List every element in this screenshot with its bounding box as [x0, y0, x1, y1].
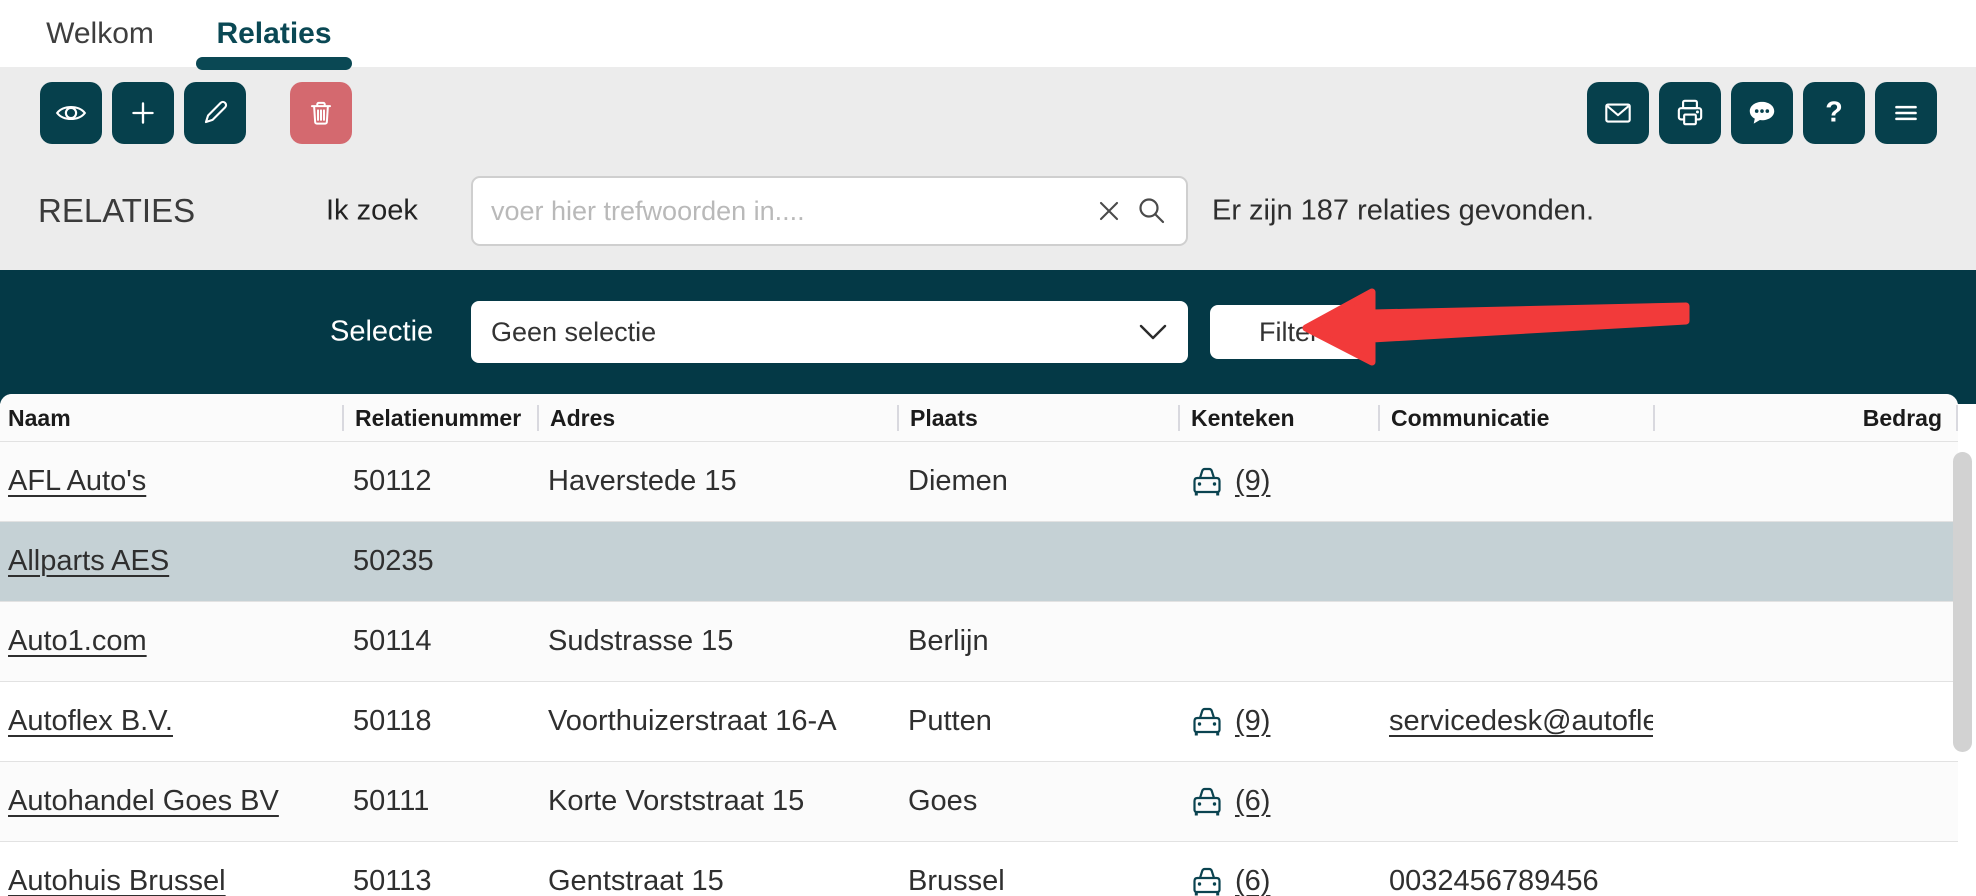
- menu-icon: [1889, 96, 1923, 130]
- relation-city: Brussel: [897, 865, 1178, 896]
- search-input[interactable]: [473, 178, 1186, 244]
- relation-address: Korte Vorststraat 15: [537, 785, 897, 818]
- communication-value: 0032456789456: [1378, 865, 1653, 896]
- active-tab-indicator: [196, 57, 352, 70]
- table-row[interactable]: Autoflex B.V. 50118 Voorthuizerstraat 16…: [0, 681, 1958, 761]
- view-button[interactable]: [40, 82, 102, 144]
- car-icon: [1189, 465, 1225, 498]
- add-button[interactable]: [112, 82, 174, 144]
- svg-text:?: ?: [1825, 97, 1843, 129]
- car-icon: [1189, 785, 1225, 818]
- column-header-relatienummer: Relatienummer: [342, 405, 537, 431]
- relation-number: 50114: [342, 625, 537, 658]
- car-icon: [1189, 705, 1225, 738]
- table-row[interactable]: Autohuis Brussel 50113 Gentstraat 15 Bru…: [0, 841, 1958, 896]
- relation-number: 50235: [342, 545, 537, 578]
- vertical-scrollbar[interactable]: [1953, 452, 1972, 752]
- column-header-communicatie: Communicatie: [1378, 405, 1653, 431]
- table-row[interactable]: Autohandel Goes BV 50111 Korte Vorststra…: [0, 761, 1958, 841]
- table-body: AFL Auto's 50112 Haverstede 15 Diemen (9…: [0, 441, 1958, 896]
- add-icon: [126, 96, 160, 130]
- column-header-adres: Adres: [537, 405, 897, 431]
- relation-number: 50118: [342, 705, 537, 738]
- relation-city: Diemen: [897, 465, 1178, 498]
- help-icon: ?: [1817, 96, 1851, 130]
- page-title: RELATIES: [38, 192, 195, 230]
- kenteken-cell: (6): [1178, 865, 1378, 896]
- relation-address: Voorthuizerstraat 16-A: [537, 705, 897, 738]
- relation-city: Goes: [897, 785, 1178, 818]
- kenteken-count-link[interactable]: (9): [1235, 705, 1270, 738]
- chat-icon: [1745, 96, 1779, 130]
- relation-name-link[interactable]: Autohuis Brussel: [8, 865, 226, 896]
- table-row[interactable]: Auto1.com 50114 Sudstrasse 15 Berlijn: [0, 601, 1958, 681]
- filter-button[interactable]: Filter: [1210, 305, 1368, 359]
- relation-name-link[interactable]: Autoflex B.V.: [8, 705, 173, 737]
- relation-number: 50112: [342, 465, 537, 498]
- kenteken-count-link[interactable]: (9): [1235, 465, 1270, 498]
- toolbar-left-buttons: [40, 82, 352, 144]
- search-box: [471, 176, 1188, 246]
- relations-table: NaamRelatienummerAdresPlaatsKentekenComm…: [0, 394, 1958, 896]
- tab-welkom[interactable]: Welkom: [44, 0, 156, 67]
- mail-button[interactable]: [1587, 82, 1649, 144]
- tab-welkom-label: Welkom: [46, 17, 154, 51]
- search-label: Ik zoek: [326, 195, 418, 228]
- toolbar-right-buttons: ?: [1587, 82, 1937, 144]
- relation-address: Haverstede 15: [537, 465, 897, 498]
- relation-city: Putten: [897, 705, 1178, 738]
- column-header-bedrag: Bedrag: [1653, 405, 1958, 431]
- selection-dropdown-value: Geen selectie: [491, 317, 656, 348]
- edit-icon: [198, 96, 232, 130]
- relaties-app: Welkom Relaties: [0, 0, 1976, 896]
- column-header-plaats: Plaats: [897, 405, 1178, 431]
- selection-label: Selectie: [330, 316, 433, 349]
- delete-button[interactable]: [290, 82, 352, 144]
- print-icon: [1673, 96, 1707, 130]
- filter-bar: Selectie Geen selectie Filter: [0, 270, 1976, 404]
- tab-bar: Welkom Relaties: [0, 0, 1976, 67]
- toolbar: ? RELATIES Ik zoek: [0, 67, 1976, 270]
- view-icon: [54, 96, 88, 130]
- relation-name-link[interactable]: Auto1.com: [8, 625, 147, 657]
- search-row: RELATIES Ik zoek Er zijn 187 relaties ge…: [0, 175, 1976, 247]
- kenteken-cell: (6): [1178, 785, 1378, 818]
- clear-search-icon[interactable]: [1094, 196, 1124, 226]
- communication-value[interactable]: servicedesk@autoflex: [1378, 705, 1653, 738]
- relation-name-link[interactable]: AFL Auto's: [8, 465, 146, 497]
- results-count-text: Er zijn 187 relaties gevonden.: [1212, 195, 1594, 228]
- kenteken-cell: (9): [1178, 705, 1378, 738]
- selection-dropdown[interactable]: Geen selectie: [471, 301, 1188, 363]
- delete-icon: [304, 96, 338, 130]
- car-icon: [1189, 865, 1225, 896]
- table-row[interactable]: Allparts AES 50235: [0, 521, 1958, 601]
- table-header-row: NaamRelatienummerAdresPlaatsKentekenComm…: [0, 394, 1958, 441]
- edit-button[interactable]: [184, 82, 246, 144]
- relation-city: Berlijn: [897, 625, 1178, 658]
- kenteken-count-link[interactable]: (6): [1235, 865, 1270, 896]
- kenteken-cell: (9): [1178, 465, 1378, 498]
- print-button[interactable]: [1659, 82, 1721, 144]
- relation-name-link[interactable]: Autohandel Goes BV: [8, 785, 279, 817]
- kenteken-count-link[interactable]: (6): [1235, 785, 1270, 818]
- relation-number: 50111: [342, 785, 537, 818]
- column-header-naam: Naam: [0, 405, 342, 431]
- tab-relaties[interactable]: Relaties: [196, 0, 352, 67]
- chat-button[interactable]: [1731, 82, 1793, 144]
- menu-button[interactable]: [1875, 82, 1937, 144]
- relation-address: Gentstraat 15: [537, 865, 897, 896]
- help-button[interactable]: ?: [1803, 82, 1865, 144]
- search-icon[interactable]: [1134, 193, 1170, 229]
- relation-address: Sudstrasse 15: [537, 625, 897, 658]
- relation-name-link[interactable]: Allparts AES: [8, 545, 169, 577]
- chevron-down-icon: [1136, 321, 1170, 343]
- relation-number: 50113: [342, 865, 537, 896]
- tab-relaties-label: Relaties: [216, 17, 331, 51]
- table-row[interactable]: AFL Auto's 50112 Haverstede 15 Diemen (9…: [0, 441, 1958, 521]
- column-header-kenteken: Kenteken: [1178, 405, 1378, 431]
- mail-icon: [1601, 96, 1635, 130]
